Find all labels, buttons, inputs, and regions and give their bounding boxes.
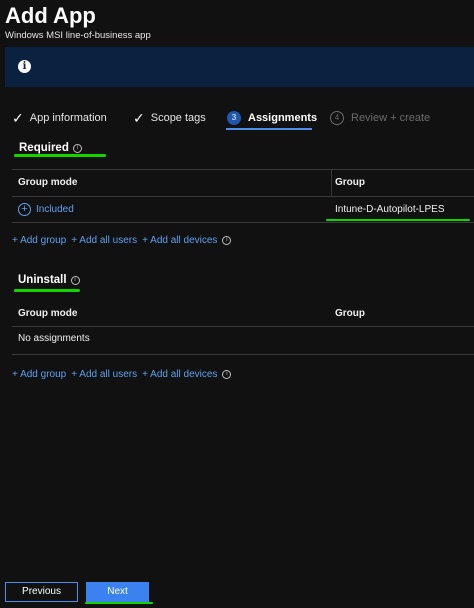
step-number-icon: 3	[227, 111, 241, 125]
checkmark-icon: ✓	[12, 109, 24, 126]
group-mode-value: Included	[36, 204, 74, 215]
uninstall-section-title: Uninstall i	[18, 274, 80, 286]
step-number-icon: 4	[330, 111, 344, 125]
column-header-group: Group	[335, 308, 365, 319]
add-all-users-link[interactable]: + Add all users	[71, 369, 137, 380]
column-header-group: Group	[335, 177, 365, 188]
add-app-page: Add App Windows MSI line-of-business app…	[0, 0, 474, 608]
step-label: Assignments	[248, 112, 318, 124]
required-add-links: + Add group + Add all users + Add all de…	[12, 235, 232, 246]
step-label: Review + create	[351, 112, 431, 124]
no-assignments-text: No assignments	[18, 333, 90, 344]
step-review-create: 4 Review + create	[330, 106, 430, 130]
add-group-link[interactable]: + Add group	[12, 235, 66, 246]
column-header-group-mode: Group mode	[18, 308, 78, 319]
required-title-text: Required	[19, 142, 69, 154]
step-assignments[interactable]: 3 Assignments	[227, 106, 317, 130]
plus-circle-icon: +	[18, 203, 31, 216]
info-icon[interactable]: i	[222, 236, 232, 245]
included-group-mode[interactable]: + Included	[18, 203, 74, 216]
next-button[interactable]: Next	[86, 582, 149, 602]
previous-button[interactable]: Previous	[5, 582, 78, 602]
group-name-value: Intune-D-Autopilot-LPES	[335, 204, 445, 215]
column-divider	[331, 170, 332, 196]
add-all-users-link[interactable]: + Add all users	[71, 235, 137, 246]
uninstall-title-text: Uninstall	[18, 274, 67, 286]
highlight-annotation	[85, 602, 153, 604]
add-group-link[interactable]: + Add group	[12, 369, 66, 380]
page-title: Add App	[5, 3, 96, 28]
required-section-title: Required i	[19, 142, 82, 154]
highlight-annotation	[326, 219, 470, 221]
step-label: Scope tags	[150, 112, 206, 124]
info-icon[interactable]: i	[72, 143, 82, 153]
page-subtitle: Windows MSI line-of-business app	[5, 30, 151, 41]
info-icon[interactable]: i	[70, 275, 80, 285]
uninstall-add-links: + Add group + Add all users + Add all de…	[12, 369, 232, 380]
add-all-devices-link[interactable]: + Add all devices	[142, 369, 217, 380]
divider	[12, 326, 474, 327]
step-app-information[interactable]: ✓ App information	[12, 106, 107, 130]
info-icon[interactable]: i	[222, 370, 232, 379]
highlight-annotation	[14, 154, 106, 157]
checkmark-icon: ✓	[133, 109, 145, 126]
step-label: App information	[29, 112, 107, 124]
active-step-indicator	[226, 128, 312, 130]
highlight-annotation	[14, 289, 80, 292]
add-all-devices-link[interactable]: + Add all devices	[142, 235, 217, 246]
info-icon: i	[18, 60, 31, 73]
divider	[12, 354, 474, 355]
info-banner: i	[5, 47, 474, 87]
divider	[12, 169, 474, 170]
divider	[12, 222, 474, 223]
divider	[12, 196, 474, 197]
column-header-group-mode: Group mode	[18, 177, 78, 188]
step-scope-tags[interactable]: ✓ Scope tags	[133, 106, 206, 130]
